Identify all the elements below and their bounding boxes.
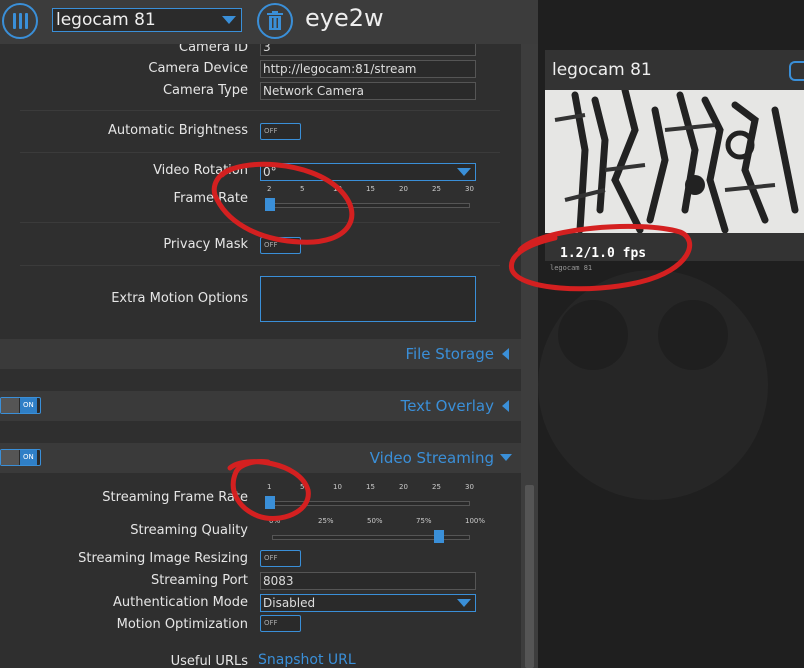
chevron-left-icon (502, 400, 509, 412)
settings-pane: Camera ID 3 Camera Device http://legocam… (0, 44, 521, 668)
top-bar: legocam 81 eye2w (0, 0, 538, 44)
chevron-down-icon (222, 16, 236, 24)
streaming-image-resizing-label: Streaming Image Resizing (78, 551, 248, 566)
frame-rate-tick: 2 (267, 185, 272, 193)
streaming-quality-tick: 25% (318, 517, 334, 525)
camera-type-label: Camera Type (162, 83, 248, 98)
streaming-frame-rate-tick: 5 (300, 483, 305, 491)
file-storage-title: File Storage (405, 345, 494, 363)
remove-camera-button[interactable] (257, 3, 293, 39)
streaming-frame-rate-tick: 25 (432, 483, 441, 491)
owl-logo-background (538, 270, 768, 500)
drawing-image (545, 90, 804, 233)
authentication-mode-label: Authentication Mode (113, 595, 248, 610)
camera-select-value: legocam 81 (56, 10, 156, 30)
camera-snapshot-image[interactable] (545, 90, 804, 233)
video-rotation-label: Video Rotation (153, 163, 248, 178)
automatic-brightness-toggle[interactable]: OFF (260, 123, 301, 140)
streaming-frame-rate-tick: 20 (399, 483, 408, 491)
camera-id-field[interactable]: 3 (260, 44, 476, 56)
streaming-quality-tick: 75% (416, 517, 432, 525)
main-menu-button[interactable] (2, 3, 38, 39)
camera-select[interactable]: legocam 81 (52, 8, 242, 32)
frame-rate-slider-handle[interactable] (265, 198, 275, 211)
streaming-frame-rate-tick: 30 (465, 483, 474, 491)
settings-scrollbar-thumb[interactable] (525, 485, 534, 668)
video-rotation-select[interactable]: 0° (260, 163, 476, 181)
camera-type-field[interactable]: Network Camera (260, 82, 476, 100)
privacy-mask-toggle[interactable]: OFF (260, 237, 301, 254)
streaming-frame-rate-tick: 10 (333, 483, 342, 491)
text-overlay-toggle[interactable]: ON (0, 397, 41, 414)
frame-rate-tick: 10 (333, 185, 342, 193)
motion-optimization-toggle[interactable]: OFF (260, 615, 301, 632)
toggle-knob (1, 398, 19, 413)
video-streaming-section-header[interactable]: ON Video Streaming (0, 443, 521, 473)
streaming-quality-tick: 100% (465, 517, 486, 525)
owl-eye-right (658, 300, 728, 370)
streaming-quality-tick: 50% (367, 517, 383, 525)
video-streaming-toggle[interactable]: ON (0, 449, 41, 466)
streaming-quality-label: Streaming Quality (130, 523, 248, 538)
frame-rate-tick: 20 (399, 185, 408, 193)
chevron-left-icon (502, 348, 509, 360)
extra-motion-options-label: Extra Motion Options (111, 291, 248, 306)
text-overlay-toggle-label: ON (20, 398, 37, 413)
page-title: eye2w (305, 4, 384, 32)
authentication-mode-value: Disabled (263, 596, 316, 610)
divider (20, 110, 500, 111)
frame-rate-tick: 5 (300, 185, 305, 193)
chevron-down-icon (457, 168, 471, 176)
divider (20, 265, 500, 266)
chevron-down-icon (457, 599, 471, 607)
text-overlay-section-header[interactable]: ON Text Overlay (0, 391, 521, 421)
frame-rate-slider[interactable] (266, 203, 470, 208)
automatic-brightness-label: Automatic Brightness (107, 123, 248, 138)
video-streaming-toggle-label: ON (20, 450, 37, 465)
frame-rate-tick: 25 (432, 185, 441, 193)
streaming-image-resizing-toggle[interactable]: OFF (260, 550, 301, 567)
snapshot-url-link[interactable]: Snapshot URL (258, 652, 356, 668)
frame-rate-label: Frame Rate (173, 191, 248, 206)
motion-optimization-label: Motion Optimization (116, 617, 248, 632)
privacy-mask-label: Privacy Mask (163, 237, 248, 252)
authentication-mode-select[interactable]: Disabled (260, 594, 476, 612)
video-streaming-title: Video Streaming (369, 449, 494, 467)
streaming-quality-tick: 0% (269, 517, 281, 525)
streaming-frame-rate-slider[interactable] (266, 501, 470, 506)
owl-eye-left (558, 300, 628, 370)
streaming-frame-rate-label: Streaming Frame Rate (102, 490, 248, 505)
camera-name: legocam 81 (552, 60, 652, 80)
streaming-port-label: Streaming Port (150, 573, 248, 588)
chevron-down-icon (500, 454, 512, 461)
fps-readout: 1.2/1.0 fps (560, 246, 647, 261)
camera-device-label: Camera Device (148, 61, 248, 76)
divider (20, 222, 500, 223)
camera-id-label: Camera ID (179, 44, 248, 55)
fullscreen-icon[interactable] (789, 61, 804, 81)
streaming-frame-rate-tick: 15 (366, 483, 375, 491)
extra-motion-options-field[interactable] (260, 276, 476, 322)
file-storage-section-header[interactable]: File Storage (0, 339, 521, 369)
useful-urls-label: Useful URLs (170, 654, 248, 668)
text-overlay-title: Text Overlay (400, 397, 494, 415)
video-rotation-value: 0° (263, 165, 277, 179)
streaming-quality-slider-handle[interactable] (433, 530, 444, 543)
divider (20, 152, 500, 153)
camera-device-field[interactable]: http://legocam:81/stream (260, 60, 476, 78)
streaming-port-field[interactable]: 8083 (260, 572, 476, 590)
frame-rate-tick: 15 (366, 185, 375, 193)
toggle-knob (1, 450, 19, 465)
streaming-frame-rate-tick: 1 (267, 483, 272, 491)
frame-rate-tick: 30 (465, 185, 474, 193)
trash-icon (267, 11, 283, 30)
camera-overlay-text: legocam 81 (550, 264, 593, 272)
streaming-frame-rate-slider-handle[interactable] (265, 496, 275, 509)
